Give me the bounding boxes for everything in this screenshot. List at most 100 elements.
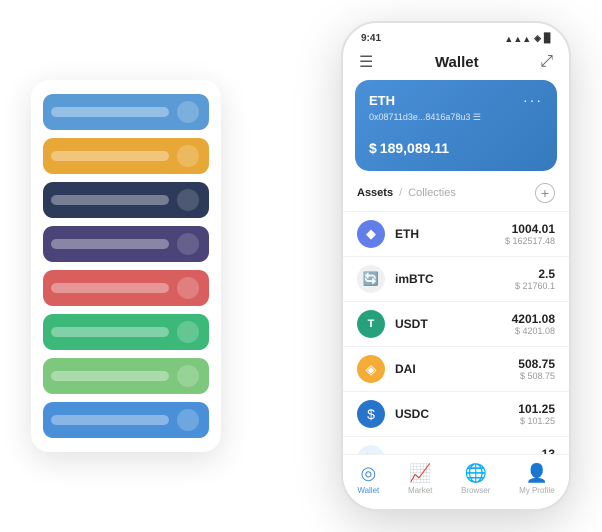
asset-amounts-imbtc: 2.5 $ 21760.1 <box>515 267 555 291</box>
table-row[interactable]: $ USDC 101.25 $ 101.25 <box>343 391 569 436</box>
eth-balance: $189,089.11 <box>369 133 543 159</box>
profile-nav-label: My Profile <box>519 486 555 495</box>
list-item[interactable] <box>43 402 209 438</box>
asset-usd-imbtc: $ 21760.1 <box>515 281 555 291</box>
list-item[interactable] <box>43 138 209 174</box>
asset-amounts-dai: 508.75 $ 508.75 <box>518 357 555 381</box>
card-bar <box>51 239 169 249</box>
card-dot <box>177 365 199 387</box>
tab-assets[interactable]: Assets <box>357 187 393 199</box>
card-bar <box>51 107 169 117</box>
card-stack <box>31 80 221 452</box>
imbtc-icon: 🔄 <box>357 265 385 293</box>
card-dot <box>177 321 199 343</box>
card-dot <box>177 145 199 167</box>
card-bar <box>51 327 169 337</box>
table-row[interactable]: T USDT 4201.08 $ 4201.08 <box>343 301 569 346</box>
asset-amounts-usdc: 101.25 $ 101.25 <box>518 402 555 426</box>
browser-nav-label: Browser <box>461 486 490 495</box>
card-bar <box>51 371 169 381</box>
list-item[interactable] <box>43 358 209 394</box>
asset-amounts-usdt: 4201.08 $ 4201.08 <box>512 312 555 336</box>
eth-card[interactable]: ETH ··· 0x08711d3e...8416a78u3 ☰ $189,08… <box>355 80 557 171</box>
asset-amount-usdt: 4201.08 <box>512 312 555 326</box>
asset-name-usdc: USDC <box>395 407 518 421</box>
nav-item-market[interactable]: 📈 Market <box>408 463 432 495</box>
assets-header: Assets / Collecties + <box>343 183 569 211</box>
scene: 9:41 ▲▲▲ ◈ ▉ ☰ Wallet ⤢ ETH ··· 0x08711d… <box>11 11 591 521</box>
assets-tabs: Assets / Collecties <box>357 187 456 199</box>
menu-icon[interactable]: ☰ <box>359 52 373 72</box>
card-bar <box>51 151 169 161</box>
asset-name-imbtc: imBTC <box>395 272 515 286</box>
dai-icon: ◈ <box>357 355 385 383</box>
usdc-icon: $ <box>357 400 385 428</box>
eth-address: 0x08711d3e...8416a78u3 ☰ <box>369 112 543 123</box>
status-icons: ▲▲▲ ◈ ▉ <box>504 33 551 44</box>
expand-icon[interactable]: ⤢ <box>540 53 553 71</box>
list-item[interactable] <box>43 94 209 130</box>
list-item[interactable] <box>43 182 209 218</box>
eth-icon: ◆ <box>357 220 385 248</box>
asset-usd-eth: $ 162517.48 <box>505 236 555 246</box>
table-row[interactable]: 🔄 imBTC 2.5 $ 21760.1 <box>343 256 569 301</box>
profile-nav-icon: 👤 <box>526 463 548 484</box>
battery-icon: ▉ <box>544 33 551 44</box>
status-bar: 9:41 ▲▲▲ ◈ ▉ <box>343 23 569 48</box>
table-row[interactable]: 🐦 TFT 13 0 <box>343 436 569 454</box>
market-nav-label: Market <box>408 486 432 495</box>
signal-icon: ▲▲▲ <box>504 34 531 44</box>
nav-item-profile[interactable]: 👤 My Profile <box>519 463 555 495</box>
eth-card-label: ETH <box>369 93 395 108</box>
nav-item-wallet[interactable]: ◎ Wallet <box>357 463 379 495</box>
asset-amount-tft: 13 <box>542 447 555 454</box>
card-dot <box>177 189 199 211</box>
card-dot <box>177 101 199 123</box>
phone-body: ETH ··· 0x08711d3e...8416a78u3 ☰ $189,08… <box>343 80 569 454</box>
card-bar <box>51 415 169 425</box>
asset-amount-dai: 508.75 <box>518 357 555 371</box>
table-row[interactable]: ◆ ETH 1004.01 $ 162517.48 <box>343 211 569 256</box>
asset-usd-dai: $ 508.75 <box>518 371 555 381</box>
bottom-nav: ◎ Wallet 📈 Market 🌐 Browser 👤 My Profile <box>343 454 569 509</box>
list-item[interactable] <box>43 314 209 350</box>
page-title: Wallet <box>435 54 479 71</box>
eth-card-menu[interactable]: ··· <box>523 92 543 108</box>
wifi-icon: ◈ <box>534 33 541 44</box>
eth-card-header: ETH ··· <box>369 92 543 108</box>
tab-divider: / <box>399 187 402 199</box>
list-item[interactable] <box>43 226 209 262</box>
currency-symbol: $ <box>369 140 377 156</box>
phone-header: ☰ Wallet ⤢ <box>343 48 569 80</box>
card-dot <box>177 409 199 431</box>
asset-amount-eth: 1004.01 <box>505 222 555 236</box>
status-time: 9:41 <box>361 33 381 44</box>
add-icon: + <box>541 185 549 201</box>
add-asset-button[interactable]: + <box>535 183 555 203</box>
tab-collecties[interactable]: Collecties <box>408 187 456 199</box>
asset-amounts-tft: 13 0 <box>542 447 555 454</box>
nav-item-browser[interactable]: 🌐 Browser <box>461 463 490 495</box>
asset-amounts-eth: 1004.01 $ 162517.48 <box>505 222 555 246</box>
card-dot <box>177 277 199 299</box>
wallet-nav-label: Wallet <box>357 486 379 495</box>
asset-name-dai: DAI <box>395 362 518 376</box>
wallet-nav-icon: ◎ <box>360 463 376 484</box>
asset-name-usdt: USDT <box>395 317 512 331</box>
asset-usd-usdc: $ 101.25 <box>518 416 555 426</box>
asset-amount-usdc: 101.25 <box>518 402 555 416</box>
phone: 9:41 ▲▲▲ ◈ ▉ ☰ Wallet ⤢ ETH ··· 0x08711d… <box>341 21 571 511</box>
browser-nav-icon: 🌐 <box>465 463 487 484</box>
asset-usd-usdt: $ 4201.08 <box>512 326 555 336</box>
card-dot <box>177 233 199 255</box>
table-row[interactable]: ◈ DAI 508.75 $ 508.75 <box>343 346 569 391</box>
card-bar <box>51 195 169 205</box>
balance-amount: 189,089.11 <box>380 140 449 156</box>
tft-icon: 🐦 <box>357 445 385 454</box>
card-bar <box>51 283 169 293</box>
list-item[interactable] <box>43 270 209 306</box>
usdt-icon: T <box>357 310 385 338</box>
asset-name-eth: ETH <box>395 227 505 241</box>
asset-amount-imbtc: 2.5 <box>515 267 555 281</box>
market-nav-icon: 📈 <box>409 463 431 484</box>
